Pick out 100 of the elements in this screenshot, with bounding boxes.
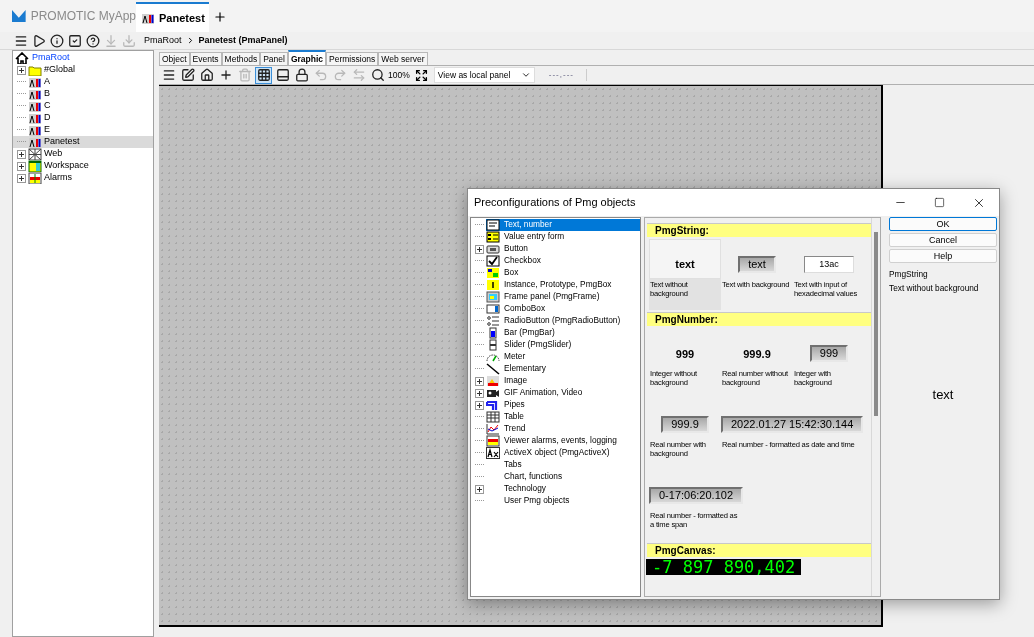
tree-item[interactable]: Checkbox — [486, 255, 640, 267]
tree-item[interactable]: Value entry form — [486, 231, 640, 243]
section-header: PmgCanvas: — [647, 543, 871, 557]
tree-item[interactable]: GIF Animation, Video — [486, 387, 640, 399]
panel-icon — [28, 124, 42, 136]
tree-item[interactable]: Bar (PmgBar) — [486, 327, 640, 339]
camera-icon — [486, 387, 500, 399]
tree-item[interactable]: Trend — [486, 423, 640, 435]
tree-item[interactable]: E — [13, 124, 153, 136]
expand-icon[interactable] — [17, 161, 26, 171]
tree-item[interactable]: ActiveX object (PmgActiveX) — [486, 447, 640, 459]
tree-item[interactable]: Viewer alarms, events, logging — [486, 435, 640, 447]
viewer-icon — [486, 435, 500, 447]
value-display: 999 — [809, 345, 849, 362]
tree-item[interactable]: Chart, functions — [486, 471, 640, 483]
app-title: PROMOTIC MyApp — [30, 8, 136, 25]
grid-button[interactable] — [255, 66, 272, 84]
tree-item[interactable]: Technology — [486, 483, 640, 495]
scrollbar-thumb[interactable] — [874, 232, 878, 416]
lcd-display[interactable]: -7 897 890,402 — [646, 559, 802, 575]
tree-item[interactable]: Meter — [486, 351, 640, 363]
panel-icon — [28, 112, 42, 124]
tree-item[interactable]: Slider (PmgSlider) — [486, 339, 640, 351]
web-icon — [28, 148, 42, 160]
chart-icon — [486, 423, 500, 435]
form-icon — [486, 231, 500, 243]
expand-icon[interactable] — [17, 149, 26, 159]
maximize-icon[interactable] — [934, 197, 945, 208]
tree-item[interactable]: Workspace — [13, 160, 153, 172]
help-button[interactable] — [84, 32, 101, 49]
new-tab-icon[interactable] — [213, 10, 227, 24]
tree-item[interactable]: Text, number — [486, 219, 640, 231]
expand-icon[interactable] — [17, 173, 26, 183]
scrollbar[interactable] — [871, 218, 880, 596]
tree-item[interactable]: Button — [486, 243, 640, 255]
editor-tab[interactable]: Panel — [260, 52, 288, 65]
gauge-icon — [486, 351, 500, 363]
info-button[interactable] — [48, 32, 65, 49]
dialog-button[interactable]: OK — [889, 217, 997, 231]
value-text: text — [675, 256, 695, 272]
tree-item[interactable]: Image — [486, 375, 640, 387]
tree-item[interactable]: PmaRoot — [32, 52, 70, 64]
editor-tab[interactable]: Web server — [378, 52, 428, 65]
document-tab[interactable]: Panetest — [136, 2, 209, 32]
lock-button[interactable] — [293, 66, 310, 84]
table-icon — [486, 411, 500, 423]
search-button[interactable] — [369, 66, 386, 84]
tree-item[interactable]: B — [13, 88, 153, 100]
tree-item[interactable]: Table — [486, 411, 640, 423]
tree-item[interactable]: Web — [13, 148, 153, 160]
expand-icon[interactable] — [475, 484, 484, 494]
expand-icon[interactable] — [475, 388, 484, 398]
tree-item[interactable]: Box — [486, 267, 640, 279]
tree-item[interactable]: D — [13, 112, 153, 124]
tree-item[interactable]: User Pmg objects — [486, 495, 640, 507]
description-text: Text without background — [889, 283, 980, 293]
tree-item[interactable]: A — [13, 76, 153, 88]
tree-item[interactable]: Alarms — [13, 172, 153, 184]
tree-item[interactable]: ComboBox — [486, 303, 640, 315]
tree-item[interactable]: Panetest — [13, 136, 153, 148]
edit-button[interactable] — [179, 66, 196, 84]
value-display: 2022.01.27 15:42:30.144 — [721, 416, 864, 433]
dialog-button[interactable]: Help — [889, 249, 997, 263]
tree-item[interactable]: #Global — [13, 64, 153, 76]
editor-tab[interactable]: Methods — [221, 52, 261, 65]
panel-icon — [28, 76, 42, 88]
panel-icon — [28, 88, 42, 100]
value-text: 999.9 — [743, 346, 771, 362]
tree-item[interactable]: Pipes — [486, 399, 640, 411]
activex-icon — [486, 447, 500, 459]
editor-tab[interactable]: Graphic — [287, 50, 327, 65]
editor-tab[interactable]: Events — [189, 52, 222, 65]
value-display: 0-17:06:20.102 — [649, 487, 743, 504]
home-button[interactable] — [198, 66, 215, 84]
tree-item[interactable]: Elementary — [486, 363, 640, 375]
window-button[interactable] — [274, 66, 291, 84]
editor-tab[interactable]: Object — [159, 52, 190, 65]
checkbox-button[interactable] — [66, 32, 83, 49]
preview-text: text — [932, 386, 954, 404]
expand-icon[interactable] — [475, 376, 484, 386]
radio-list-icon — [486, 315, 500, 327]
editor-tab[interactable]: Permissions — [326, 52, 379, 65]
section-header: PmgNumber: — [647, 312, 871, 326]
expand-icon[interactable] — [475, 244, 484, 254]
breadcrumb-link[interactable]: PmaRoot — [144, 33, 182, 48]
tree-item[interactable]: C — [13, 100, 153, 112]
box-icon — [486, 267, 500, 279]
fit-icon[interactable] — [414, 68, 428, 82]
pipe-icon — [486, 399, 500, 411]
tree-item[interactable]: Instance, Prototype, PmgBox — [486, 279, 640, 291]
value-field: 13ac — [804, 256, 854, 273]
expand-icon[interactable] — [475, 400, 484, 410]
tree-item[interactable]: RadioButton (PmgRadioButton) — [486, 315, 640, 327]
expand-icon[interactable] — [17, 65, 26, 75]
dialog-button[interactable]: Cancel — [889, 233, 997, 247]
tree-item[interactable]: Tabs — [486, 459, 640, 471]
view-mode-dropdown[interactable]: View as local panel — [433, 67, 535, 83]
tree-item[interactable]: Frame panel (PmgFrame) — [486, 291, 640, 303]
tab-label: Panetest — [159, 10, 205, 26]
combobox-icon — [486, 303, 500, 315]
